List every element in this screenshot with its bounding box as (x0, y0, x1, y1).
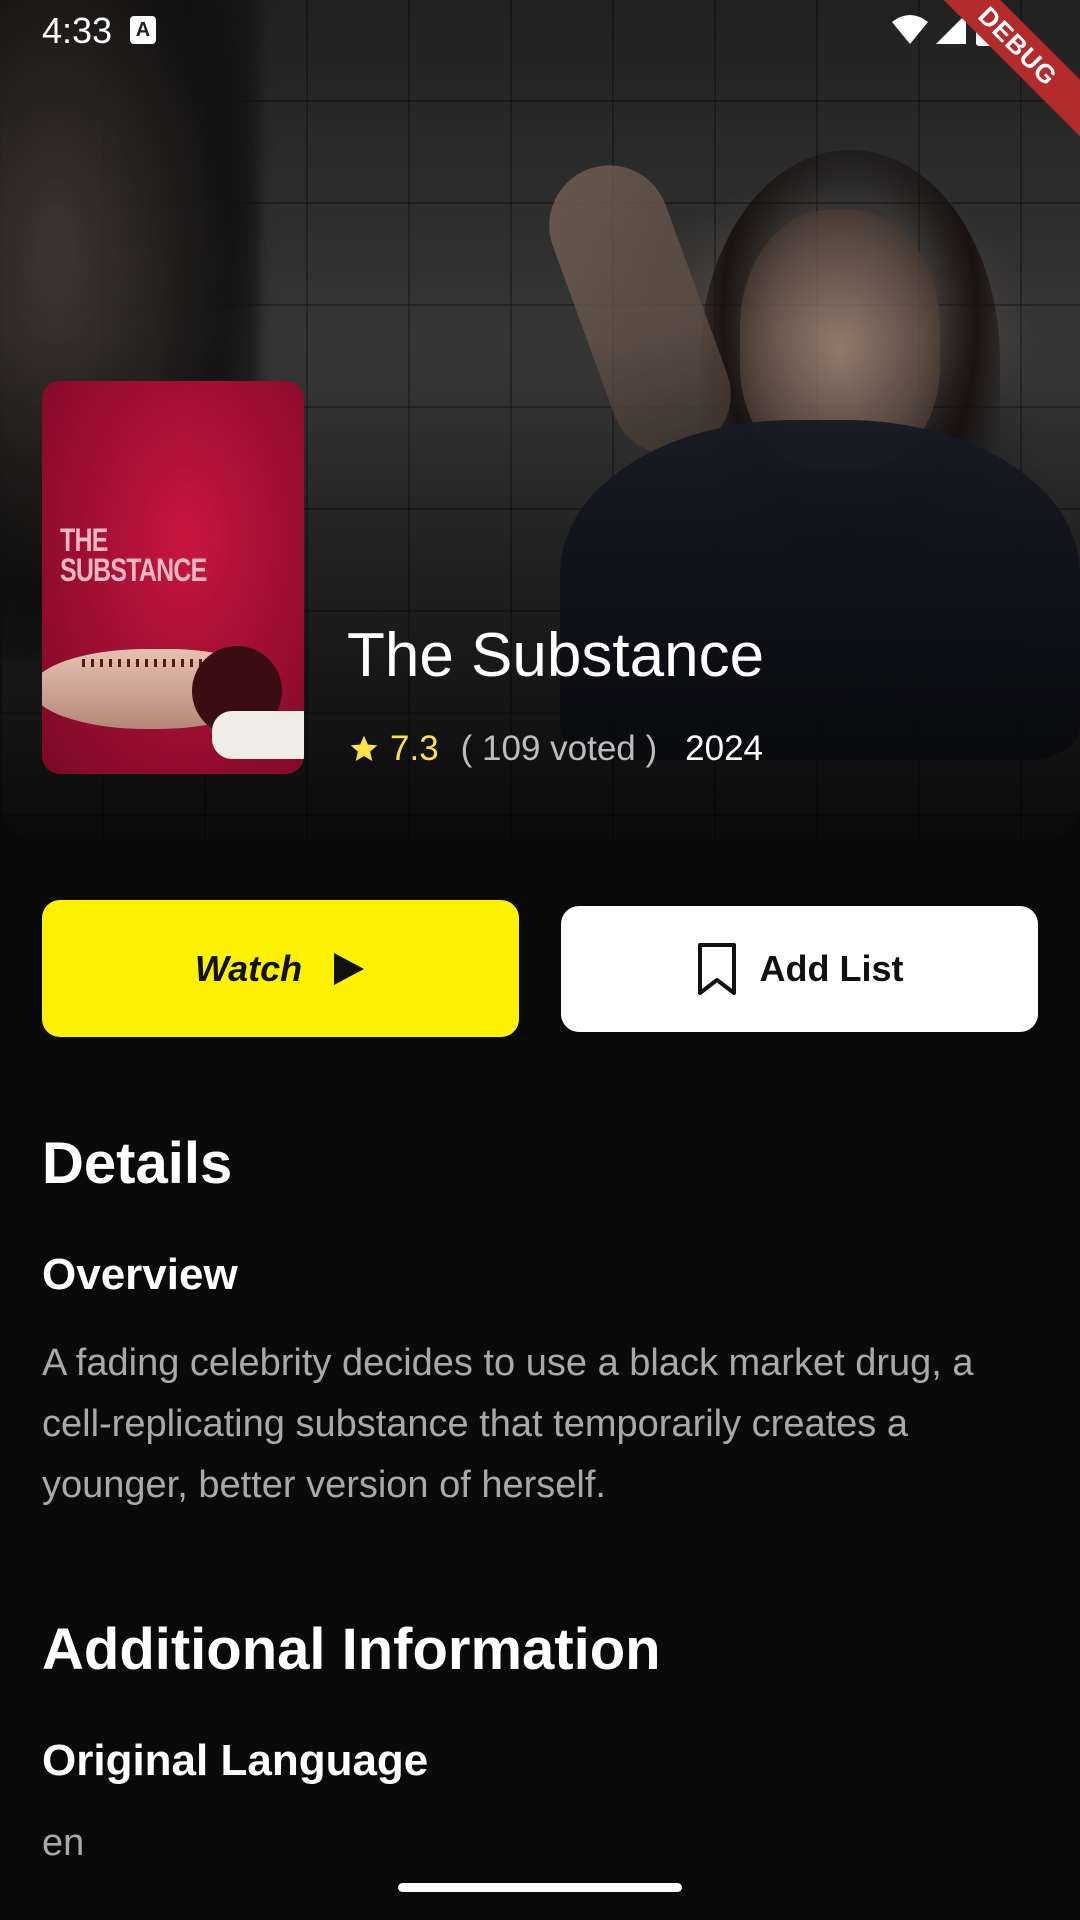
movie-title: The Substance (347, 621, 765, 690)
movie-meta: 7.3 ( 109 voted ) 2024 (348, 724, 763, 774)
release-year: 2024 (685, 729, 764, 768)
vote-count: ( 109 voted ) (460, 729, 658, 768)
details-heading: Details (42, 1131, 233, 1196)
poster-stitches (82, 659, 202, 667)
add-list-label: Add List (759, 948, 904, 989)
bookmark-icon (697, 943, 736, 995)
poster-towel (212, 711, 304, 759)
overview-heading: Overview (42, 1250, 238, 1299)
home-indicator[interactable] (398, 1883, 682, 1892)
overview-text: A fading celebrity decides to use a blac… (42, 1342, 974, 1506)
original-language-heading: Original Language (42, 1736, 429, 1785)
star-icon (350, 735, 378, 761)
wifi-icon (892, 15, 928, 44)
status-time: 4:33 (42, 10, 113, 51)
notification-icon: A (130, 16, 156, 44)
additional-info-heading: Additional Information (42, 1617, 661, 1682)
poster-logo-line2: SUBSTANCE (60, 552, 207, 588)
poster-logo: THE SUBSTANCE (60, 522, 207, 588)
poster-logo-line1: THE (60, 522, 108, 558)
watch-label: Watch (194, 947, 303, 989)
status-bar: 4:33 A (0, 0, 1080, 60)
watch-button[interactable]: Watch (42, 900, 519, 1037)
rating-value: 7.3 (390, 729, 439, 768)
movie-poster: THE SUBSTANCE (42, 381, 304, 774)
play-icon (334, 952, 365, 985)
add-list-button[interactable]: Add List (561, 906, 1038, 1032)
